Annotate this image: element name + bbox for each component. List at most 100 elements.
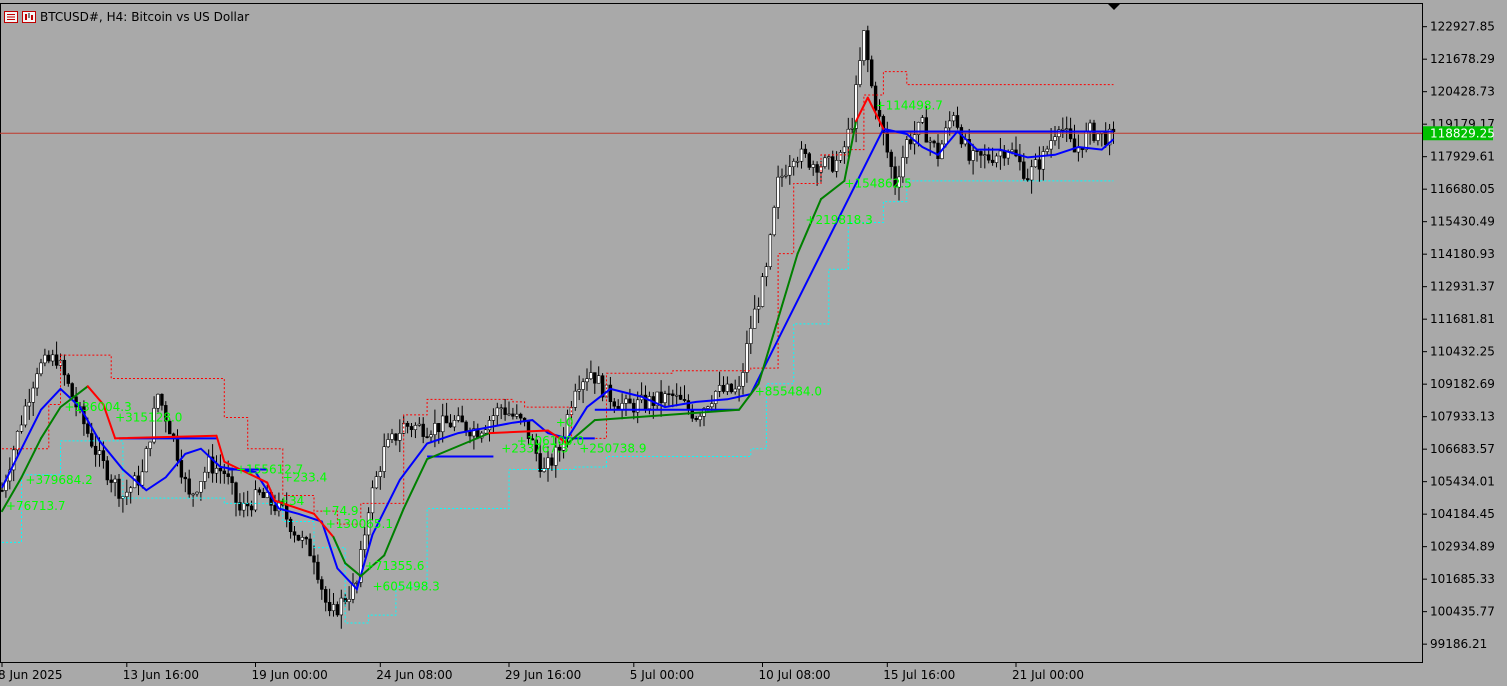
candle: [316, 554, 320, 584]
candle: [238, 493, 242, 516]
candle: [27, 388, 31, 420]
candle: [464, 420, 468, 436]
candle: [573, 383, 578, 411]
candle-body: [749, 328, 753, 344]
candle-body: [573, 390, 578, 408]
price-chart[interactable]: 122927.85121678.29120428.73119179.171179…: [0, 0, 1507, 686]
candle: [741, 363, 745, 395]
candle: [320, 576, 324, 600]
profit-label: +379684.2: [25, 473, 92, 487]
candle: [390, 428, 394, 444]
candle-body: [0, 490, 4, 492]
candle-body: [125, 491, 129, 497]
candle-body: [1096, 133, 1100, 141]
candle-body: [733, 388, 737, 393]
candle-body: [1072, 138, 1077, 153]
candle-body: [1053, 136, 1057, 141]
candle: [869, 55, 874, 89]
candle: [811, 160, 815, 176]
candle: [1096, 133, 1100, 146]
candle-body: [507, 413, 511, 416]
chart-root: BTCUSD#, H4: Bitcoin vs US Dollar 122927…: [0, 0, 1507, 686]
candle-body: [394, 433, 398, 441]
candle-body: [39, 362, 43, 375]
candle: [35, 367, 39, 396]
candle-body: [815, 164, 819, 173]
candle: [842, 140, 847, 164]
candle-body: [331, 604, 336, 612]
profit-label: +74.9: [322, 504, 359, 518]
candle: [113, 475, 117, 497]
candle-body: [511, 413, 515, 417]
candle: [596, 366, 601, 384]
y-tick-label: 116680.05: [1430, 182, 1495, 196]
candle-body: [105, 460, 110, 481]
candle: [339, 589, 343, 629]
candle-body: [1065, 128, 1069, 131]
candle: [920, 115, 925, 125]
candle: [608, 376, 613, 411]
candle-body: [647, 396, 652, 409]
candle-body: [218, 467, 223, 472]
candle-body: [674, 394, 679, 397]
candle-body: [1068, 128, 1073, 140]
candle-body: [50, 354, 55, 362]
candle: [444, 402, 449, 424]
candle-body: [515, 413, 519, 417]
candle-body: [444, 415, 449, 424]
y-tick-label: 121678.29: [1430, 52, 1495, 66]
candle: [160, 393, 164, 411]
candle-body: [983, 154, 987, 156]
candle: [791, 158, 796, 176]
candle-body: [35, 373, 39, 389]
candle-body: [901, 157, 905, 178]
candle: [729, 383, 734, 394]
candle-body: [386, 439, 390, 448]
candle: [1107, 123, 1112, 156]
candle-body: [811, 164, 815, 168]
candle-body: [538, 453, 542, 472]
x-tick-label: 5 Jul 00:00: [630, 668, 694, 682]
candle-body: [928, 140, 932, 143]
profit-label: +71355.6: [365, 559, 425, 573]
candle-body: [729, 383, 734, 393]
candle: [66, 372, 71, 387]
candle-body: [1088, 122, 1092, 133]
y-tick-label: 122927.85: [1430, 20, 1495, 34]
candle: [362, 526, 367, 558]
candle-body: [495, 407, 499, 416]
candle: [425, 427, 429, 439]
candle: [203, 466, 207, 490]
candle-body: [144, 448, 148, 473]
candle: [1041, 146, 1046, 181]
candle-body: [179, 460, 184, 478]
candle-body: [327, 602, 332, 612]
candle-body: [628, 398, 632, 404]
candle-body: [207, 456, 211, 473]
candle: [955, 106, 960, 130]
candle-body: [1045, 148, 1049, 152]
candle: [456, 407, 460, 423]
y-tick-label: 100435.77: [1430, 605, 1495, 619]
candle: [382, 433, 386, 478]
profit-label: +233.4: [283, 470, 327, 484]
candle: [975, 148, 979, 162]
candle-body: [66, 374, 71, 384]
candle: [19, 415, 24, 434]
candle-body: [242, 503, 246, 511]
candle: [647, 391, 652, 415]
candle: [655, 391, 659, 411]
candle: [905, 135, 909, 164]
candle: [1045, 145, 1049, 155]
candle-body: [483, 429, 488, 434]
candle: [717, 371, 722, 398]
candle: [296, 534, 301, 542]
candle-body: [499, 407, 503, 410]
candle: [1061, 117, 1065, 138]
candle: [304, 535, 308, 545]
candle: [749, 315, 753, 354]
candle: [663, 390, 667, 408]
candle: [928, 136, 932, 156]
candle: [752, 295, 757, 329]
candle-body: [191, 493, 195, 496]
